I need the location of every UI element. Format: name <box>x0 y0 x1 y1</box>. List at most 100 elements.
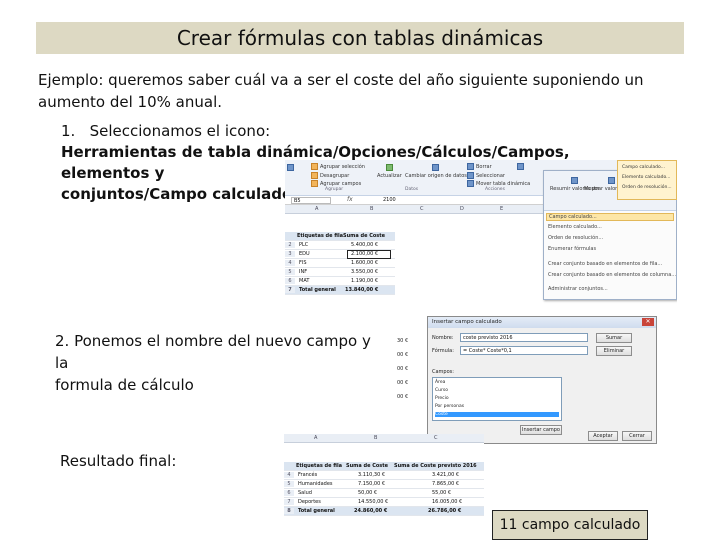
row-number: 4 <box>284 472 294 478</box>
row-label: EDU <box>299 251 310 257</box>
menu-item-create-set-columns[interactable]: Crear conjunto basado en elementos de co… <box>548 272 676 278</box>
row-number: 8 <box>284 508 294 514</box>
ribbon-button-refresh[interactable]: Actualizar <box>377 164 402 179</box>
ribbon-group-label: Acciones <box>485 187 505 192</box>
close-icon[interactable]: ✕ <box>642 318 654 326</box>
formula-field[interactable]: = Coste* Coste*0,1 <box>460 346 588 355</box>
column-header[interactable]: B <box>370 206 373 212</box>
show-values-icon <box>607 177 615 184</box>
ribbon-button-group-selection[interactable]: Agrupar selección <box>311 163 365 170</box>
column-header[interactable]: C <box>434 435 438 441</box>
list-item[interactable]: Área <box>435 380 559 385</box>
row-label: PLC <box>299 242 309 248</box>
ribbon-button-mover[interactable] <box>287 164 294 171</box>
fx-icon: fx <box>347 196 353 203</box>
column-header[interactable]: B <box>374 435 377 441</box>
table-row[interactable]: 6 MAT 1.190,00 € <box>285 277 395 286</box>
screenshot-ribbon-menu: Agrupar selección Desagrupar Agrupar cam… <box>285 160 677 310</box>
cancel-button[interactable]: Cerrar <box>622 431 652 441</box>
row-value: 1.600,00 € <box>351 260 379 266</box>
total-value: 24.860,00 € <box>354 508 388 514</box>
menu-item-list-formulas[interactable]: Enumerar fórmulas <box>548 246 596 252</box>
selected-cell <box>347 250 391 259</box>
table-row[interactable]: 4 Francés 3.110,30 € 3.421,00 € <box>284 471 484 480</box>
bg-value: 00 € <box>397 366 409 372</box>
table-row[interactable]: 2 PLC 5.400,00 € <box>285 241 395 250</box>
ribbon-button-clear[interactable]: Borrar <box>467 163 492 170</box>
ok-button[interactable]: Aceptar <box>588 431 618 441</box>
menu-item-manage-sets[interactable]: Administrar conjuntos... <box>548 286 608 292</box>
header-cell: Etiquetas de fila <box>297 233 344 239</box>
total-label: Total general <box>299 287 336 293</box>
table-row[interactable]: 4 FIS 1.600,00 € <box>285 259 395 268</box>
slide-title: Crear fórmulas con tablas dinámicas <box>176 26 544 50</box>
total-row[interactable]: 7 Total general 13.840,00 € <box>285 286 395 295</box>
list-item-selected[interactable]: Coste <box>435 412 559 417</box>
table-row[interactable]: 6 Salud 50,00 € 55,00 € <box>284 489 484 498</box>
row-value: 3.110,30 € <box>358 472 386 478</box>
ribbon-button-move-pivot[interactable]: Mover tabla dinámica <box>467 180 530 187</box>
ribbon-label: Borrar <box>476 163 492 170</box>
row-label: Salud <box>298 490 312 496</box>
row-label: INF <box>299 269 308 275</box>
menu-item-calculated-field[interactable]: Campo calculado... <box>546 213 674 221</box>
table-row[interactable]: 5 INF 3.550,00 € <box>285 268 395 277</box>
ribbon-group-label: Datos <box>405 187 419 192</box>
slide-title-bar: Crear fórmulas con tablas dinámicas <box>36 22 684 54</box>
ribbon-button-group-fields[interactable]: Agrupar campos <box>311 180 361 187</box>
submenu-item[interactable]: Orden de resolución... <box>622 185 672 190</box>
ribbon-button-summarize[interactable] <box>517 163 524 170</box>
total-row[interactable]: 8 Total general 24.860,00 € 26.786,00 € <box>284 507 484 516</box>
row-number: 7 <box>285 287 295 293</box>
menu-item-solve-order[interactable]: Orden de resolución... <box>548 235 603 241</box>
row-label: Humanidades <box>298 481 333 487</box>
formula-label: Fórmula: <box>432 348 454 354</box>
clear-icon <box>467 163 474 170</box>
column-header[interactable]: C <box>420 206 424 212</box>
select-icon <box>467 172 474 179</box>
row-value: 3.421,00 € <box>432 472 460 478</box>
menu-item-calculated-item[interactable]: Elemento calculado... <box>548 224 602 230</box>
name-box[interactable]: B5 <box>291 197 331 204</box>
ribbon-button-select[interactable]: Seleccionar <box>467 172 505 179</box>
fields-list[interactable]: Área Curso Precio Por personas Coste <box>432 377 562 421</box>
header-cell: Suma de Coste previsto 2016 <box>394 463 477 469</box>
delete-button[interactable]: Eliminar <box>596 346 632 356</box>
column-header[interactable]: D <box>460 206 464 212</box>
ribbon-label: Actualizar <box>377 173 402 179</box>
formula-value[interactable]: 2100 <box>383 197 396 203</box>
row-number: 3 <box>285 251 295 257</box>
step-2-line1: 2. Ponemos el nombre del nuevo campo y l… <box>55 332 371 372</box>
screenshot-dialog: 30 € 00 € 00 € 00 € 00 € Insertar campo … <box>395 312 657 444</box>
column-header[interactable]: A <box>315 206 318 212</box>
caption-box: 11 campo calculado <box>492 510 648 540</box>
insert-field-button[interactable]: Insertar campo <box>520 425 562 435</box>
ribbon-button-change-source[interactable]: Cambiar origen de datos <box>405 164 467 179</box>
list-item[interactable]: Por personas <box>435 404 559 409</box>
table-row[interactable]: 5 Humanidades 7.150,00 € 7.865,00 € <box>284 480 484 489</box>
row-value: 7.150,00 € <box>358 481 386 487</box>
step-3: Resultado final: <box>60 452 177 470</box>
menu-item-create-set-rows[interactable]: Crear conjunto basado en elementos de fi… <box>548 261 662 267</box>
table-row[interactable]: 7 Deportes 14.550,00 € 16.005,00 € <box>284 498 484 507</box>
row-number: 5 <box>285 269 295 275</box>
row-label: Deportes <box>298 499 321 505</box>
add-button[interactable]: Sumar <box>596 333 632 343</box>
list-item[interactable]: Precio <box>435 396 559 401</box>
row-number: 4 <box>285 260 295 266</box>
row-number: 5 <box>284 481 294 487</box>
name-field[interactable]: coste previsto 2016 <box>460 333 588 342</box>
ribbon-label: Mover tabla dinámica <box>476 180 531 187</box>
submenu-item[interactable]: Elemento calculado... <box>622 175 670 180</box>
list-item[interactable]: Curso <box>435 388 559 393</box>
ribbon-button-ungroup[interactable]: Desagrupar <box>311 172 349 179</box>
step-1-number: 1. <box>61 122 76 140</box>
submenu-item[interactable]: Campo calculado... <box>622 165 665 170</box>
row-number: 6 <box>284 490 294 496</box>
column-header[interactable]: E <box>500 206 503 212</box>
row-value: 7.865,00 € <box>432 481 460 487</box>
intro-text: Ejemplo: queremos saber cuál va a ser el… <box>38 71 644 111</box>
total-label: Total general <box>298 508 335 514</box>
column-header[interactable]: A <box>314 435 317 441</box>
row-number: 7 <box>284 499 294 505</box>
